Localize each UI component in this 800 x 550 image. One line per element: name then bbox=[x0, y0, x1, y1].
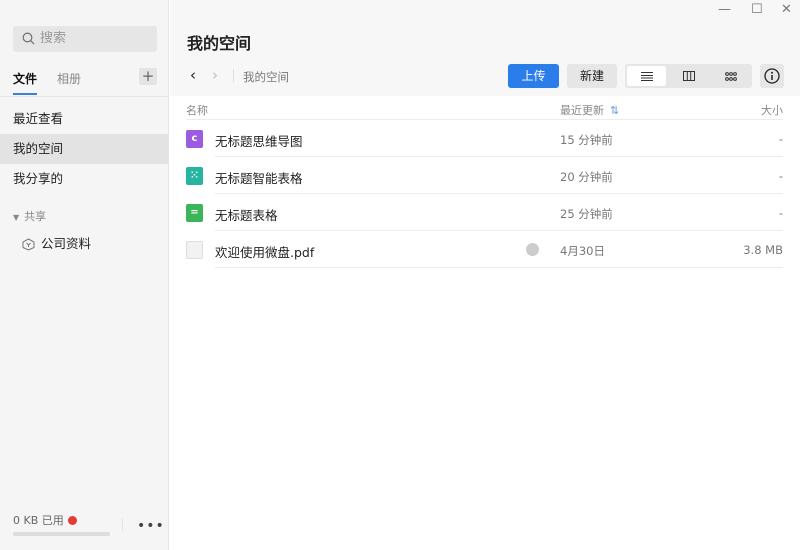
maximize-button[interactable]: ☐ bbox=[751, 2, 763, 17]
add-button[interactable]: + bbox=[139, 68, 157, 85]
file-updated: 25 分钟前 bbox=[560, 207, 613, 221]
shared-folder-item[interactable]: 公司资料 bbox=[22, 235, 91, 253]
search-icon bbox=[22, 32, 35, 45]
file-size: - bbox=[778, 206, 783, 220]
divider bbox=[233, 69, 234, 82]
divider bbox=[122, 518, 123, 532]
file-updated: 4月30日 bbox=[560, 244, 605, 258]
grid-icon bbox=[724, 71, 737, 81]
column-header-size[interactable]: 大小 bbox=[761, 102, 783, 118]
back-button[interactable]: ‹ bbox=[190, 66, 196, 84]
status-dot bbox=[67, 516, 77, 525]
table-row[interactable]: = 无标题表格 25 分钟前 - bbox=[186, 194, 783, 231]
table-row[interactable]: ⁙ 无标题智能表格 20 分钟前 - bbox=[186, 157, 783, 194]
sidebar: 搜索 文件 相册 + 最近查看 我的空间 我分享的 ▼ 共享 公司资料 0 KB … bbox=[0, 0, 169, 550]
columns-icon bbox=[682, 71, 695, 81]
main-header: — ☐ ✕ 我的空间 ‹ › 我的空间 上传 新建 bbox=[170, 0, 800, 96]
file-updated: 15 分钟前 bbox=[560, 133, 613, 147]
view-switcher bbox=[625, 64, 752, 88]
file-size: - bbox=[778, 132, 783, 146]
column-header-updated[interactable]: 最近更新 ⇅ bbox=[560, 102, 619, 118]
forward-button[interactable]: › bbox=[212, 66, 218, 84]
tab-albums[interactable]: 相册 bbox=[57, 70, 81, 87]
cloud-icon bbox=[526, 243, 539, 256]
file-size: - bbox=[778, 169, 783, 183]
divider bbox=[0, 96, 169, 97]
list-view-button[interactable] bbox=[627, 66, 666, 86]
smartsheet-file-icon: ⁙ bbox=[186, 167, 203, 185]
file-name: 无标题思维导图 bbox=[215, 134, 303, 149]
storage-usage-text: 0 KB 已用 bbox=[13, 514, 64, 527]
tab-files[interactable]: 文件 bbox=[13, 70, 38, 95]
minimize-button[interactable]: — bbox=[718, 2, 731, 17]
sidebar-item-my-space[interactable]: 我的空间 bbox=[0, 134, 169, 164]
column-header-name[interactable]: 名称 bbox=[186, 102, 208, 118]
shared-section-toggle[interactable]: ▼ 共享 bbox=[13, 208, 46, 224]
search-placeholder: 搜索 bbox=[40, 31, 67, 46]
sheet-file-icon: = bbox=[186, 204, 203, 222]
shared-section-label: 共享 bbox=[24, 210, 47, 223]
close-button[interactable]: ✕ bbox=[781, 2, 792, 17]
file-updated: 20 分钟前 bbox=[560, 170, 613, 184]
upload-button[interactable]: 上传 bbox=[508, 64, 559, 88]
list-icon bbox=[640, 71, 653, 81]
column-view-button[interactable] bbox=[669, 66, 708, 86]
table-row[interactable]: c 无标题思维导图 15 分钟前 - bbox=[186, 120, 783, 157]
file-size: 3.8 MB bbox=[743, 243, 783, 257]
new-button[interactable]: 新建 bbox=[567, 64, 617, 88]
sidebar-item-recent[interactable]: 最近查看 bbox=[0, 104, 169, 134]
caret-down-icon: ▼ bbox=[13, 213, 20, 222]
info-button[interactable] bbox=[760, 64, 784, 88]
column-header-updated-label: 最近更新 bbox=[560, 104, 604, 117]
info-icon bbox=[764, 68, 780, 84]
sidebar-item-shared-by-me[interactable]: 我分享的 bbox=[0, 164, 169, 194]
shared-folder-icon bbox=[22, 238, 35, 251]
shared-folder-label: 公司资料 bbox=[41, 236, 92, 251]
pdf-file-icon bbox=[186, 241, 203, 259]
storage-bar bbox=[13, 532, 110, 536]
more-button[interactable]: ••• bbox=[137, 518, 165, 534]
sort-icon: ⇅ bbox=[610, 104, 620, 117]
file-name: 无标题智能表格 bbox=[215, 171, 303, 186]
table-row[interactable]: 欢迎使用微盘.pdf 4月30日 3.8 MB bbox=[186, 231, 783, 268]
storage-usage: 0 KB 已用 bbox=[13, 512, 77, 528]
grid-view-button[interactable] bbox=[711, 66, 750, 86]
mindmap-file-icon: c bbox=[186, 130, 203, 148]
file-name: 无标题表格 bbox=[215, 208, 278, 223]
page-title: 我的空间 bbox=[187, 34, 252, 53]
breadcrumb[interactable]: 我的空间 bbox=[243, 69, 289, 85]
file-name: 欢迎使用微盘.pdf bbox=[215, 245, 315, 260]
search-input[interactable]: 搜索 bbox=[13, 26, 157, 52]
